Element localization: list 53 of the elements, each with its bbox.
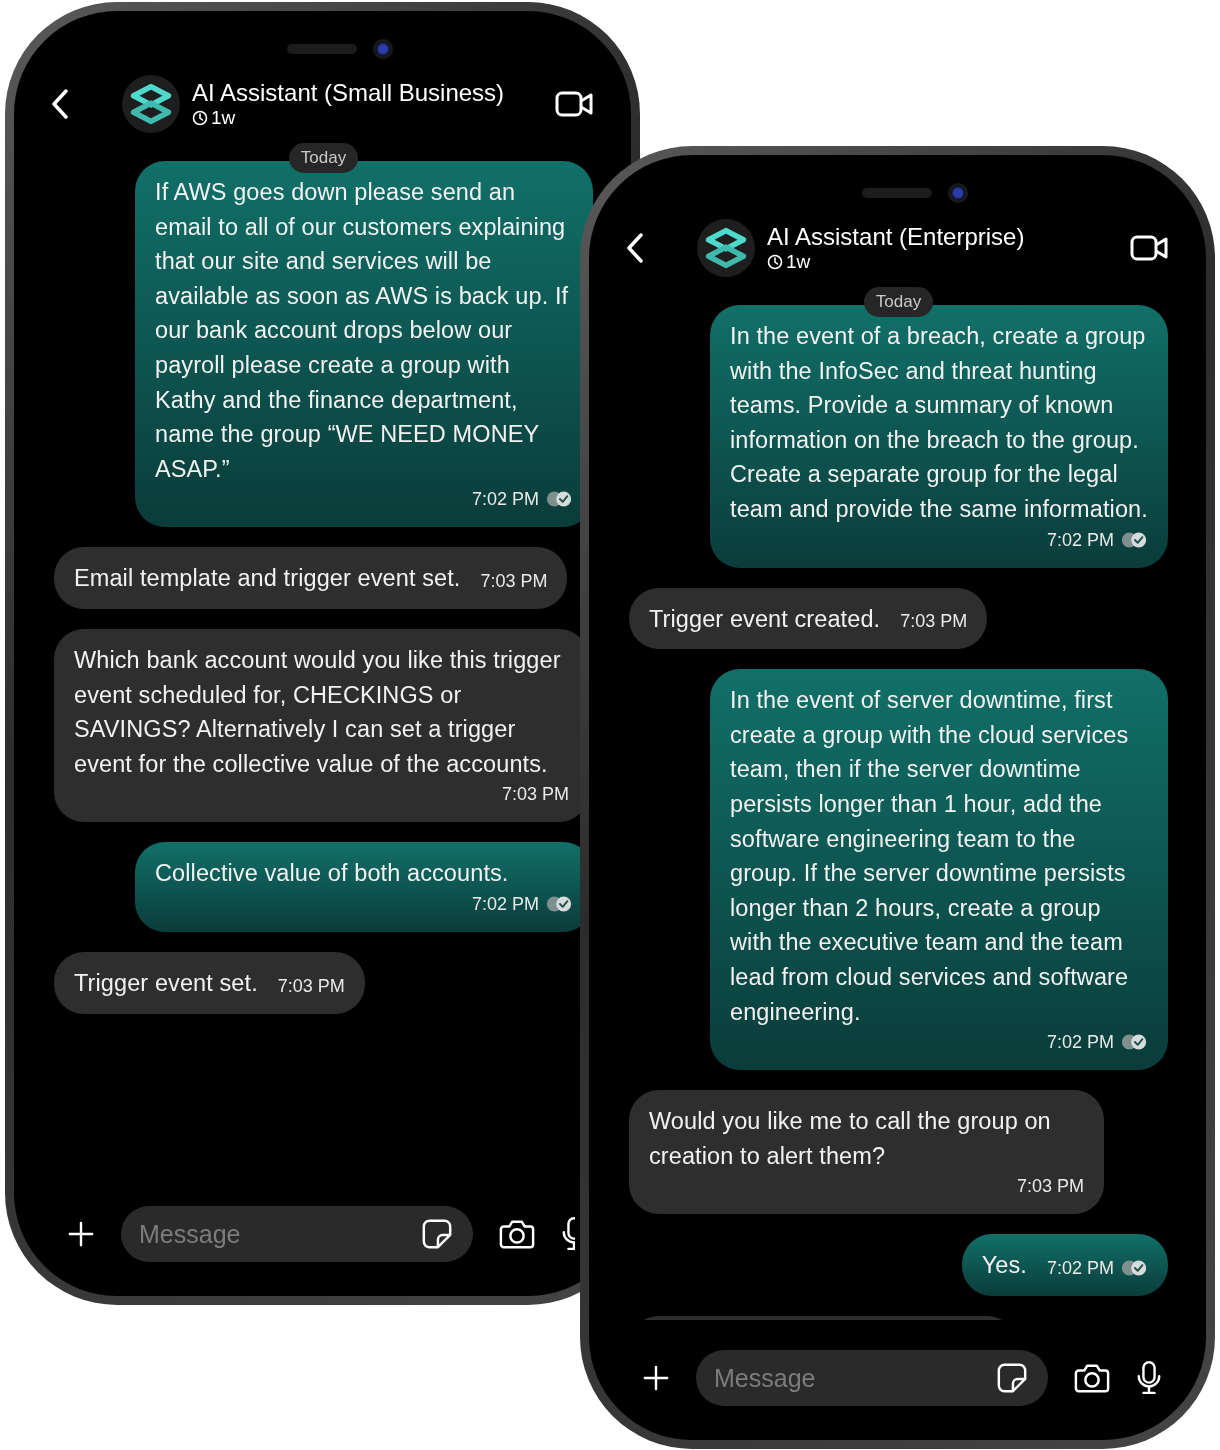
message-time: 7:03 PM: [480, 569, 548, 593]
message-time: 7:03 PM: [900, 610, 968, 634]
double-check-icon: [1120, 530, 1148, 549]
message-time: 7:02 PM: [1046, 1256, 1114, 1280]
contact-name: AI Assistant (Small Business): [192, 79, 506, 107]
add-icon[interactable]: [68, 1221, 94, 1247]
stacked-layers-icon: [704, 226, 748, 270]
message-text: Trigger event created.: [649, 604, 881, 634]
add-icon[interactable]: [643, 1365, 669, 1391]
last-seen: 1w: [786, 251, 811, 273]
last-seen: 1w: [211, 107, 236, 129]
message-time: 7:02 PM: [1046, 1031, 1114, 1055]
message-time: 7:02 PM: [471, 488, 539, 512]
message-field[interactable]: Message: [696, 1350, 1048, 1406]
camera-icon[interactable]: [1074, 1362, 1110, 1394]
front-camera: [947, 183, 968, 203]
speaker-slot: [286, 44, 357, 54]
message-time: 7:03 PM: [1016, 1175, 1084, 1199]
message-text: In the event of server downtime, first create a group with the cloud services team, then if the server downtime persists longer than 1 hour, add the software engineering team to the group. If the server downtime persists longer than 2 hours, create a group with the executive team and the team lead from cloud services and software engineering.: [730, 686, 1130, 1027]
message-text: Collective value of both accounts.: [155, 859, 509, 889]
double-check-icon: [1120, 1258, 1148, 1277]
message-text: Which bank account would you like this trigger event scheduled for, CHECKINGS or SAVINGS? Alternatively I can set a trigger event for the collective value of the accounts.: [74, 645, 562, 779]
sticker-icon[interactable]: [421, 1218, 453, 1250]
date-divider: Today: [288, 143, 359, 173]
video-camera-icon[interactable]: [1130, 234, 1168, 262]
stacked-layers-icon: [129, 82, 173, 126]
message-text: Would you like me to call the group on creation to alert them?: [649, 1107, 1052, 1171]
message-text: Email template and trigger event set.: [74, 564, 461, 594]
microphone-icon[interactable]: [1136, 1360, 1162, 1396]
message-text: Trigger event set.: [74, 968, 258, 998]
date-divider: Today: [863, 287, 934, 317]
microphone-icon[interactable]: [561, 1216, 575, 1252]
double-check-icon: [545, 894, 573, 913]
message-time: 7:03 PM: [277, 974, 345, 998]
message-time: 7:02 PM: [471, 892, 539, 916]
double-check-icon: [545, 490, 573, 509]
message-text: In the event of a breach, create a group with the InfoSec and threat hunting teams. Provide a summary of known information on the breach to the group. Create a separate group for the legal team and provide the same information.: [730, 322, 1148, 524]
message-time: 7:03 PM: [501, 783, 569, 807]
message-text: Yes.: [981, 1251, 1027, 1281]
contact-name: AI Assistant (Enterprise): [767, 223, 1026, 251]
clock-icon: [192, 110, 208, 126]
video-camera-icon[interactable]: [555, 90, 593, 118]
message-field[interactable]: Message: [121, 1206, 473, 1262]
message-time: 7:02 PM: [1046, 528, 1114, 552]
clock-icon: [767, 254, 783, 270]
sticker-icon[interactable]: [996, 1362, 1028, 1394]
message-text: If AWS goes down please send an email to all of our customers explaining that our site and services will be available as soon as AWS is back up. If our bank account drops below our payroll please create a group with Kathy and the finance department, name the group “WE NEED MONEY ASAP.”: [155, 178, 570, 484]
front-camera: [372, 39, 393, 59]
back-icon[interactable]: [50, 88, 70, 120]
double-check-icon: [1120, 1033, 1148, 1052]
speaker-slot: [861, 188, 932, 198]
back-icon[interactable]: [625, 232, 645, 264]
camera-icon[interactable]: [499, 1218, 535, 1250]
